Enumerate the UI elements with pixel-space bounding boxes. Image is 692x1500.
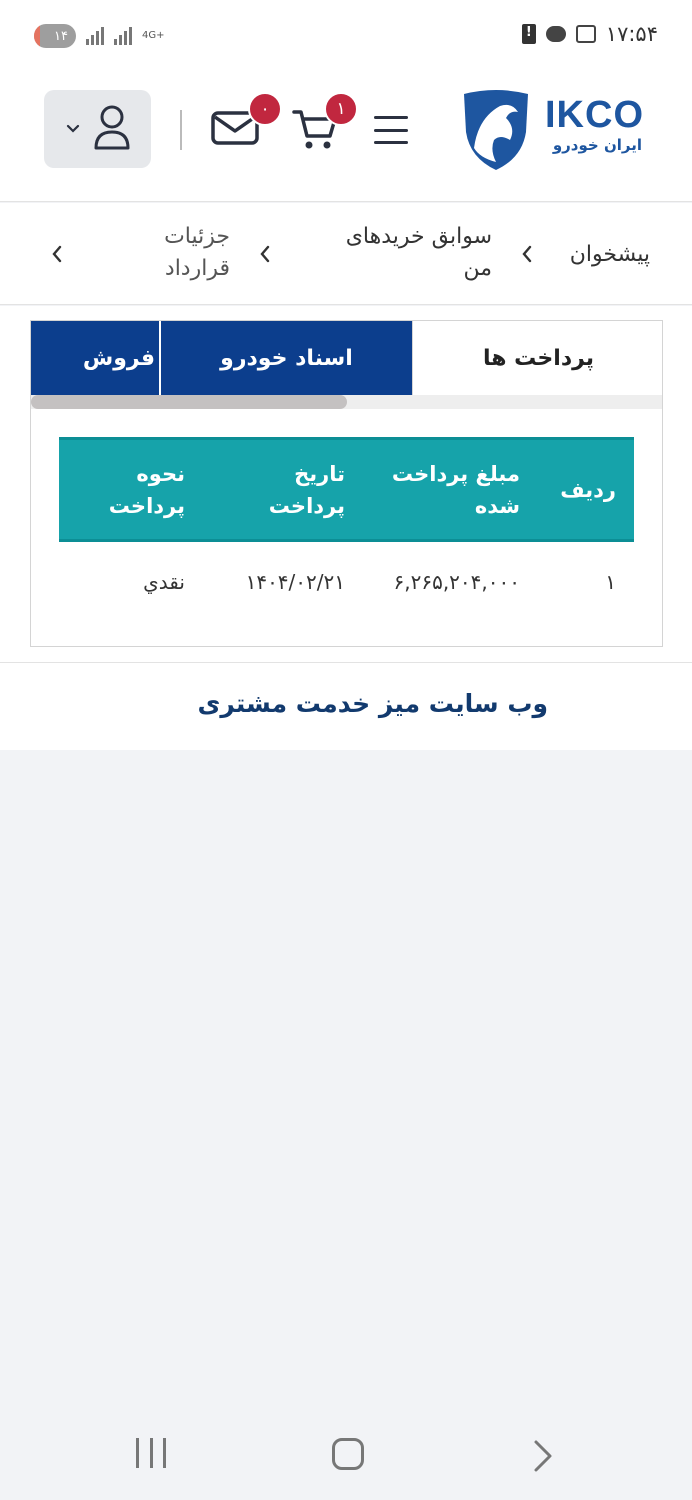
- cell-payment-method: نقدي: [143, 570, 185, 595]
- battery-alert-icon: [521, 24, 536, 44]
- footer: وب سایت میز خدمت مشتری: [0, 662, 692, 750]
- user-icon: [94, 105, 130, 150]
- notification-count: ۱۴: [54, 28, 68, 44]
- tab-scrollbar[interactable]: [31, 395, 662, 409]
- system-nav-bar: [0, 1412, 692, 1500]
- column-header-row-number: ردیف: [538, 437, 634, 542]
- logo-text: IKCO: [545, 94, 644, 136]
- breadcrumb: پیشخوان سوابق خریدهای من جزئیات قرارداد: [0, 203, 692, 305]
- chevron-left-icon: [260, 245, 270, 263]
- chevron-down-icon: [66, 124, 80, 133]
- signal-icon: [86, 27, 104, 45]
- status-left: ۱۴ 4G+: [34, 24, 165, 48]
- breadcrumb-item-purchase-history[interactable]: سوابق خریدهای من: [312, 221, 492, 285]
- tab-payments[interactable]: پرداخت ها: [412, 321, 662, 395]
- status-right: ۱۷:۵۴: [521, 22, 658, 46]
- contract-card: پرداخت ها اسناد خودرو فروش ردیف مبلغ پرد…: [30, 320, 663, 647]
- chevron-left-icon: [522, 245, 532, 263]
- table-row: ۱ ۶,۲۶۵,۲۰۴,۰۰۰ ۱۴۰۴/۰۲/۲۱ نقدي: [59, 541, 634, 623]
- screenshot-icon: [575, 25, 596, 43]
- tab-sales[interactable]: فروش: [31, 321, 159, 395]
- chevron-left-icon: [52, 245, 62, 263]
- column-header-payment-method: نحوه پرداخت: [59, 437, 203, 542]
- ikco-logo[interactable]: IKCO ایران خودرو: [460, 88, 644, 172]
- signal-icon: [114, 27, 132, 45]
- cell-payment-date: ۱۴۰۴/۰۲/۲۱: [245, 570, 345, 595]
- customer-service-website-link[interactable]: وب سایت میز خدمت مشتری: [197, 689, 548, 718]
- network-type-label: 4G+: [142, 30, 165, 41]
- menu-icon[interactable]: [372, 116, 408, 144]
- payments-table: ردیف مبلغ پرداخت شده تاریخ پرداخت نحوه پ…: [59, 437, 634, 623]
- chat-icon: [545, 26, 566, 42]
- logo-subtitle: ایران خودرو: [552, 136, 642, 154]
- recents-icon[interactable]: [136, 1438, 166, 1474]
- column-header-payment-date: تاریخ پرداخت: [203, 437, 363, 542]
- cell-amount-paid: ۶,۲۶۵,۲۰۴,۰۰۰: [393, 570, 521, 595]
- app-header: IKCO ایران خودرو ۱ ۰: [0, 72, 692, 202]
- horse-shield-icon: [464, 90, 528, 170]
- user-menu-button[interactable]: [44, 90, 151, 168]
- cell-row-number: ۱: [605, 570, 616, 595]
- contract-content: پرداخت ها اسناد خودرو فروش ردیف مبلغ پرد…: [0, 306, 692, 662]
- status-bar: ۱۴ 4G+ ۱۷:۵۴: [0, 0, 692, 72]
- notification-count-pill: ۱۴: [34, 24, 76, 48]
- table-header-row: ردیف مبلغ پرداخت شده تاریخ پرداخت نحوه پ…: [59, 437, 634, 542]
- home-icon[interactable]: [332, 1438, 364, 1470]
- breadcrumb-item-dashboard[interactable]: پیشخوان: [570, 239, 650, 271]
- messages-count-badge: ۰: [248, 92, 282, 126]
- back-icon[interactable]: [526, 1438, 566, 1474]
- tab-vehicle-documents[interactable]: اسناد خودرو: [159, 321, 412, 395]
- tab-bar: پرداخت ها اسناد خودرو فروش: [31, 321, 662, 395]
- column-header-amount-paid: مبلغ پرداخت شده: [363, 437, 538, 542]
- breadcrumb-item-contract-details: جزئیات قرارداد: [164, 224, 230, 281]
- cart-count-badge: ۱: [324, 92, 358, 126]
- header-divider: [180, 110, 182, 150]
- tab-scrollbar-thumb[interactable]: [31, 395, 347, 409]
- status-time: ۱۷:۵۴: [605, 22, 658, 46]
